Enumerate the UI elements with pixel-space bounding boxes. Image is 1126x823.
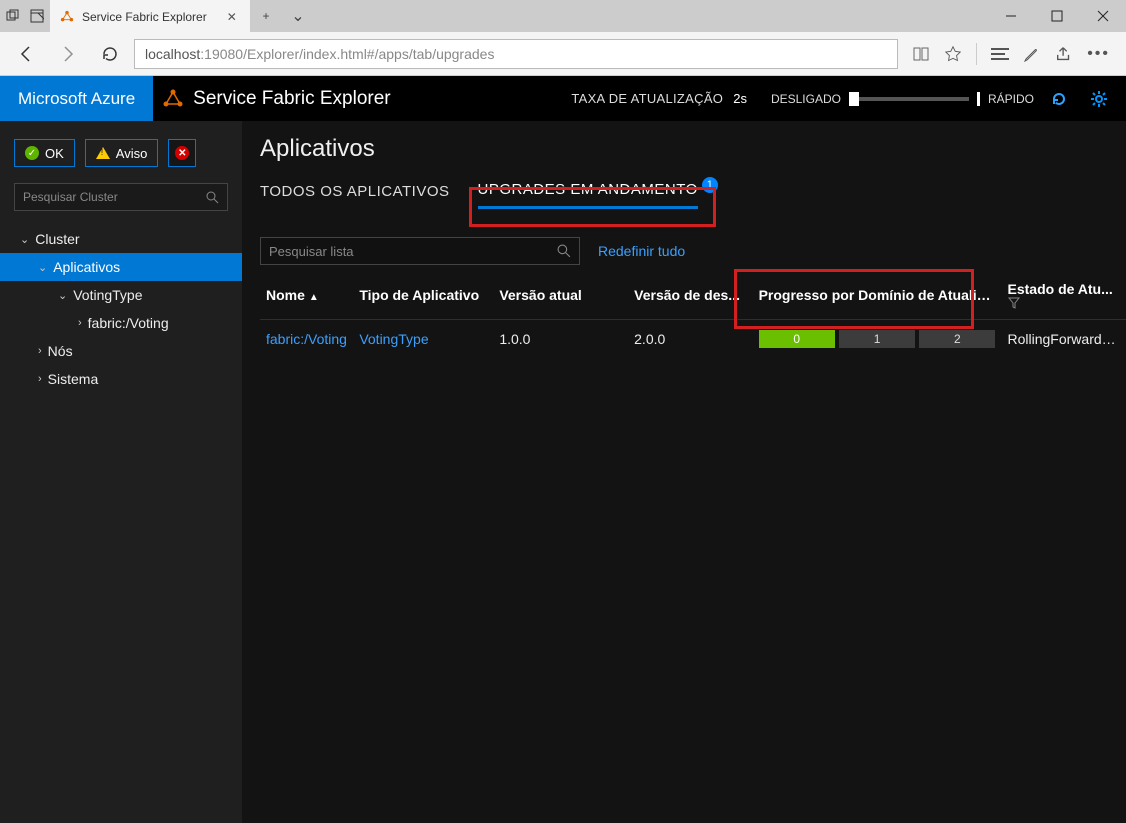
upgrades-count-badge: 1 <box>702 177 718 193</box>
site-favicon-icon <box>60 10 74 24</box>
col-target-version[interactable]: Versão de des... <box>628 273 752 320</box>
tree-nodes-label: Nós <box>48 343 73 359</box>
chevron-right-icon: › <box>38 345 42 357</box>
back-button[interactable] <box>8 36 44 72</box>
nav-tree: ⌄ Cluster ⌄ Aplicativos ⌄ VotingType › f… <box>14 225 228 393</box>
chevron-down-icon: ⌄ <box>58 289 67 302</box>
browser-titlebar: Service Fabric Explorer ✕ + ⌄ <box>0 0 1126 32</box>
tree-votingtype-label: VotingType <box>73 287 142 303</box>
applications-table: Nome ▲ Tipo de Aplicativo Versão atual Ve… <box>260 273 1126 358</box>
reading-view-icon[interactable] <box>912 45 930 63</box>
azure-brand[interactable]: Microsoft Azure <box>0 76 153 121</box>
cluster-search-input[interactable]: Pesquisar Cluster <box>14 183 228 211</box>
url-input[interactable]: localhost:19080/Explorer/index.html#/app… <box>134 39 898 69</box>
tree-votingtype[interactable]: ⌄ VotingType <box>14 281 228 309</box>
col-current-version[interactable]: Versão atual <box>493 273 628 320</box>
page-title: Aplicativos <box>260 135 1126 163</box>
cluster-search-placeholder: Pesquisar Cluster <box>23 190 118 204</box>
refresh-rate-label: TAXA DE ATUALIZAÇÃO <box>571 91 723 106</box>
slider-end-marker <box>977 92 980 106</box>
warning-icon <box>96 147 110 159</box>
window-maximize-button[interactable] <box>1034 0 1080 32</box>
chevron-right-icon: › <box>38 373 42 385</box>
app-header: Microsoft Azure Service Fabric Explorer … <box>0 76 1126 121</box>
notes-icon[interactable] <box>1023 45 1041 63</box>
chevron-down-icon: ⌄ <box>38 261 47 274</box>
content-tabs: TODOS OS APLICATIVOS UPGRADES EM ANDAMEN… <box>260 181 1126 209</box>
browser-addressbar: localhost:19080/Explorer/index.html#/app… <box>0 32 1126 76</box>
error-icon: ✕ <box>175 146 189 160</box>
browser-tab[interactable]: Service Fabric Explorer ✕ <box>50 0 250 32</box>
tree-voting-app[interactable]: › fabric:/Voting <box>14 309 228 337</box>
upgrade-state: RollingForwardPe... <box>1002 320 1126 359</box>
col-name[interactable]: Nome ▲ <box>260 273 353 320</box>
reset-filter-link[interactable]: Redefinir tudo <box>598 243 685 259</box>
main-content: Aplicativos TODOS OS APLICATIVOS UPGRADE… <box>242 121 1126 823</box>
forward-button[interactable] <box>50 36 86 72</box>
col-upgrade-state-label: Estado de Atu... <box>1008 281 1113 297</box>
refresh-button[interactable] <box>92 36 128 72</box>
refresh-slider[interactable]: DESLIGADO RÁPIDO <box>771 92 1034 106</box>
filter-ok-label: OK <box>45 146 64 161</box>
tab-upgrades-in-progress[interactable]: UPGRADES EM ANDAMENTO <box>478 181 698 209</box>
settings-button[interactable] <box>1084 90 1114 108</box>
window-close-button[interactable] <box>1080 0 1126 32</box>
upgrade-domain-0: 0 <box>759 330 835 348</box>
app-name-link[interactable]: fabric:/Voting <box>266 331 347 347</box>
filter-warning-label: Aviso <box>116 146 148 161</box>
ok-icon: ✓ <box>25 146 39 160</box>
chevron-down-icon: ⌄ <box>20 233 29 246</box>
filter-warning-button[interactable]: Aviso <box>85 139 159 167</box>
sidebar: ✓ OK Aviso ✕ Pesquisar Cluster ⌄ Cluster <box>0 121 242 823</box>
filter-ok-button[interactable]: ✓ OK <box>14 139 75 167</box>
current-version: 1.0.0 <box>493 320 628 359</box>
service-fabric-logo-icon <box>153 88 193 110</box>
tab-title: Service Fabric Explorer <box>82 10 207 24</box>
refresh-fast-label: RÁPIDO <box>988 92 1034 106</box>
sort-asc-icon: ▲ <box>309 292 319 303</box>
col-apptype[interactable]: Tipo de Aplicativo <box>353 273 493 320</box>
upgrade-domain-1: 1 <box>839 330 915 348</box>
new-tab-button[interactable]: + <box>250 0 282 32</box>
app-title: Service Fabric Explorer <box>193 88 390 110</box>
refresh-slow-label: DESLIGADO <box>771 92 841 106</box>
search-icon <box>557 244 571 258</box>
col-upgrade-state[interactable]: Estado de Atu... <box>1002 273 1126 320</box>
url-path: :19080/Explorer/index.html#/apps/tab/upg… <box>200 46 494 62</box>
tree-voting-app-label: fabric:/Voting <box>88 315 169 331</box>
tab-all-applications[interactable]: TODOS OS APLICATIVOS <box>260 183 450 208</box>
tree-nodes[interactable]: › Nós <box>14 337 228 365</box>
col-upgrade-progress[interactable]: Progresso por Domínio de Atualização <box>753 273 1002 320</box>
tree-applications-label: Aplicativos <box>53 259 120 275</box>
tree-cluster[interactable]: ⌄ Cluster <box>14 225 228 253</box>
filter-error-button[interactable]: ✕ <box>168 139 196 167</box>
hub-icon[interactable] <box>991 45 1009 63</box>
more-icon[interactable]: ••• <box>1087 45 1110 63</box>
tree-cluster-label: Cluster <box>35 231 79 247</box>
app-type-link[interactable]: VotingType <box>359 331 428 347</box>
chevron-right-icon: › <box>78 317 82 329</box>
sidebar-toggle-icon[interactable] <box>30 9 44 23</box>
upgrade-domain-progress: 0 1 2 <box>753 320 1002 359</box>
window-minimize-button[interactable] <box>988 0 1034 32</box>
target-version: 2.0.0 <box>628 320 752 359</box>
tab-chevron-icon[interactable]: ⌄ <box>282 0 314 32</box>
list-search-input[interactable]: Pesquisar lista <box>260 237 580 265</box>
refresh-rate-value: 2s <box>733 91 747 106</box>
search-icon <box>206 191 219 204</box>
col-name-label: Nome <box>266 287 305 303</box>
filter-icon[interactable] <box>1008 297 1121 309</box>
tree-applications[interactable]: ⌄ Aplicativos <box>0 253 242 281</box>
table-row[interactable]: fabric:/Voting VotingType 1.0.0 2.0.0 0 … <box>260 320 1126 359</box>
share-icon[interactable] <box>1055 45 1073 63</box>
refresh-now-button[interactable] <box>1044 90 1074 108</box>
tree-system-label: Sistema <box>48 371 99 387</box>
favorite-icon[interactable] <box>944 45 962 63</box>
url-host: localhost <box>145 46 200 62</box>
tree-system[interactable]: › Sistema <box>14 365 228 393</box>
list-search-placeholder: Pesquisar lista <box>269 244 354 259</box>
window-group-icon[interactable] <box>6 9 20 23</box>
upgrade-domain-2: 2 <box>919 330 995 348</box>
close-tab-icon[interactable]: ✕ <box>227 10 237 24</box>
